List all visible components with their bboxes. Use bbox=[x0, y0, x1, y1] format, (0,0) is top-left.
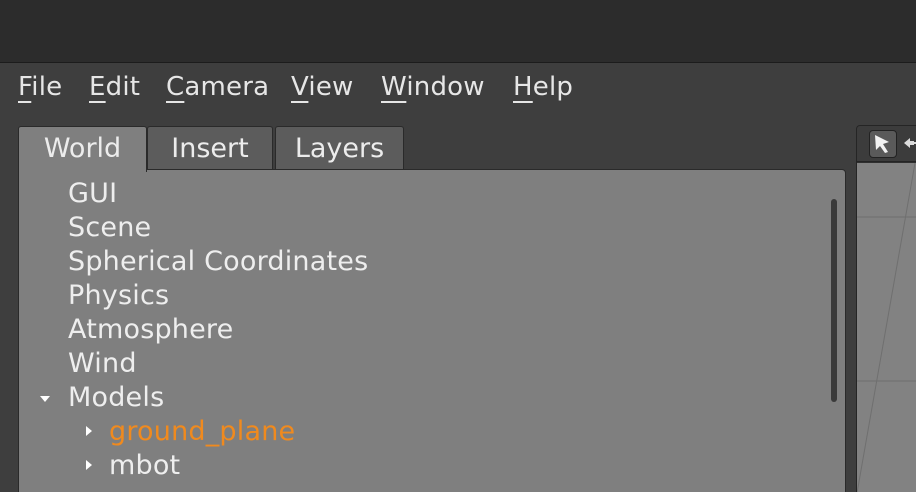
tab-world[interactable]: World bbox=[18, 126, 147, 172]
tree-item-label: Wind bbox=[68, 348, 137, 379]
menu-camera[interactable]: Camera bbox=[166, 70, 269, 104]
menu-help-mnemonic: H bbox=[513, 72, 533, 102]
tree-item-label: Spherical Coordinates bbox=[68, 246, 369, 277]
tree-item-scene[interactable]: Scene bbox=[68, 211, 151, 245]
menu-window[interactable]: Window bbox=[381, 70, 485, 104]
tree-scrollbar-thumb[interactable] bbox=[831, 199, 837, 402]
tab-layers[interactable]: Layers bbox=[275, 126, 404, 170]
menu-bar: File Edit Camera View Window Help bbox=[0, 64, 916, 108]
menu-edit-label: dit bbox=[105, 72, 141, 102]
menu-camera-label: amera bbox=[184, 72, 270, 102]
tree-item-wind[interactable]: Wind bbox=[68, 347, 137, 381]
menu-edit-mnemonic: E bbox=[89, 72, 106, 102]
tab-layers-label: Layers bbox=[294, 133, 385, 164]
tree-item-label: GUI bbox=[68, 178, 118, 209]
tab-insert[interactable]: Insert bbox=[147, 126, 273, 170]
expand-arrow-down-icon[interactable] bbox=[40, 396, 50, 402]
translate-icon[interactable] bbox=[901, 130, 916, 158]
tab-world-label: World bbox=[43, 133, 122, 164]
tree-item-atmosphere[interactable]: Atmosphere bbox=[68, 313, 233, 347]
tree-item-ground-plane[interactable]: ground_plane bbox=[109, 415, 295, 449]
tree-item-label: Physics bbox=[68, 280, 170, 311]
menu-camera-mnemonic: C bbox=[166, 72, 185, 102]
expand-arrow-right-icon[interactable] bbox=[86, 460, 92, 470]
menu-edit[interactable]: Edit bbox=[89, 70, 140, 104]
menu-help[interactable]: Help bbox=[513, 70, 573, 104]
menu-window-mnemonic: W bbox=[381, 72, 407, 102]
tree-item-label: mbot bbox=[109, 450, 181, 481]
tree-item-label: Scene bbox=[68, 212, 152, 243]
menu-file-mnemonic: F bbox=[18, 72, 32, 102]
menu-view[interactable]: View bbox=[291, 70, 354, 104]
menu-file-label: ile bbox=[31, 72, 63, 102]
tab-insert-label: Insert bbox=[171, 133, 249, 164]
title-bar bbox=[0, 0, 916, 63]
expand-arrow-right-icon[interactable] bbox=[86, 426, 92, 436]
scene-view-pane bbox=[856, 125, 916, 492]
tree-item-models[interactable]: Models bbox=[68, 381, 164, 415]
tree-item-spherical-coordinates[interactable]: Spherical Coordinates bbox=[68, 245, 368, 279]
menu-view-mnemonic: V bbox=[291, 72, 309, 102]
menu-view-label: iew bbox=[308, 72, 354, 102]
tree-item-physics[interactable]: Physics bbox=[68, 279, 169, 313]
scene-3d-viewport[interactable] bbox=[857, 162, 916, 492]
tree-item-label: Atmosphere bbox=[68, 314, 234, 345]
menu-help-label: elp bbox=[532, 72, 574, 102]
select-arrow-icon[interactable] bbox=[869, 130, 897, 158]
menu-window-label: indow bbox=[406, 72, 485, 102]
scene-toolbar bbox=[857, 126, 916, 162]
menu-file[interactable]: File bbox=[18, 70, 62, 104]
tree-item-mbot[interactable]: mbot bbox=[109, 449, 180, 483]
tree-item-label: Models bbox=[68, 382, 165, 413]
tree-item-gui[interactable]: GUI bbox=[68, 177, 117, 211]
tree-item-label: ground_plane bbox=[109, 416, 296, 447]
